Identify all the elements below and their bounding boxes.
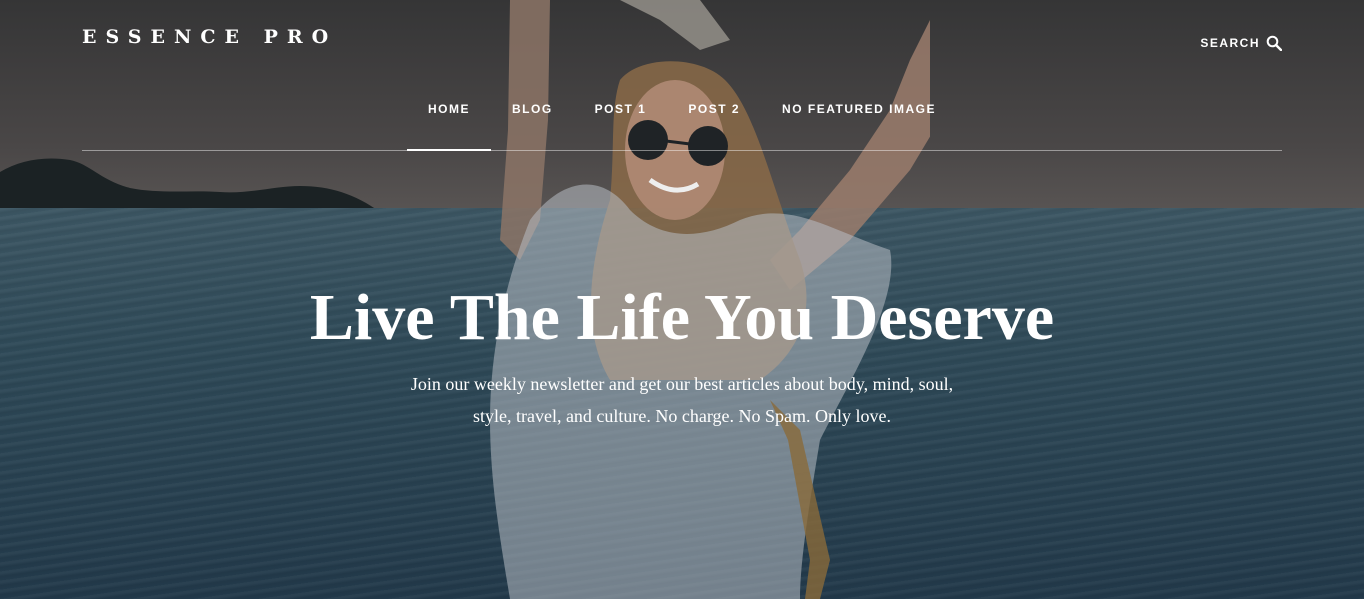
hero-subtext: Join our weekly newsletter and get our b… bbox=[382, 368, 982, 432]
hero-section: ESSENCE PRO SEARCH HOME BLOG POST 1 POST… bbox=[0, 0, 1364, 599]
hero-headline: Live The Life You Deserve bbox=[309, 281, 1055, 354]
primary-nav: HOME BLOG POST 1 POST 2 NO FEATURED IMAG… bbox=[82, 88, 1282, 151]
search-label: SEARCH bbox=[1200, 36, 1260, 50]
nav-item-no-featured-image[interactable]: NO FEATURED IMAGE bbox=[761, 88, 957, 150]
nav-item-blog[interactable]: BLOG bbox=[491, 88, 574, 150]
hero-subtext-line-1: Join our weekly newsletter and get our b… bbox=[410, 374, 954, 394]
nav-item-home[interactable]: HOME bbox=[407, 88, 491, 151]
search-button[interactable]: SEARCH bbox=[1200, 35, 1282, 51]
site-title[interactable]: ESSENCE PRO bbox=[82, 26, 337, 48]
nav-item-post-1[interactable]: POST 1 bbox=[574, 88, 668, 150]
nav-item-post-2[interactable]: POST 2 bbox=[667, 88, 761, 150]
hero-subtext-line-2: style, travel, and culture. No charge. N… bbox=[472, 406, 892, 426]
search-icon bbox=[1266, 35, 1282, 51]
